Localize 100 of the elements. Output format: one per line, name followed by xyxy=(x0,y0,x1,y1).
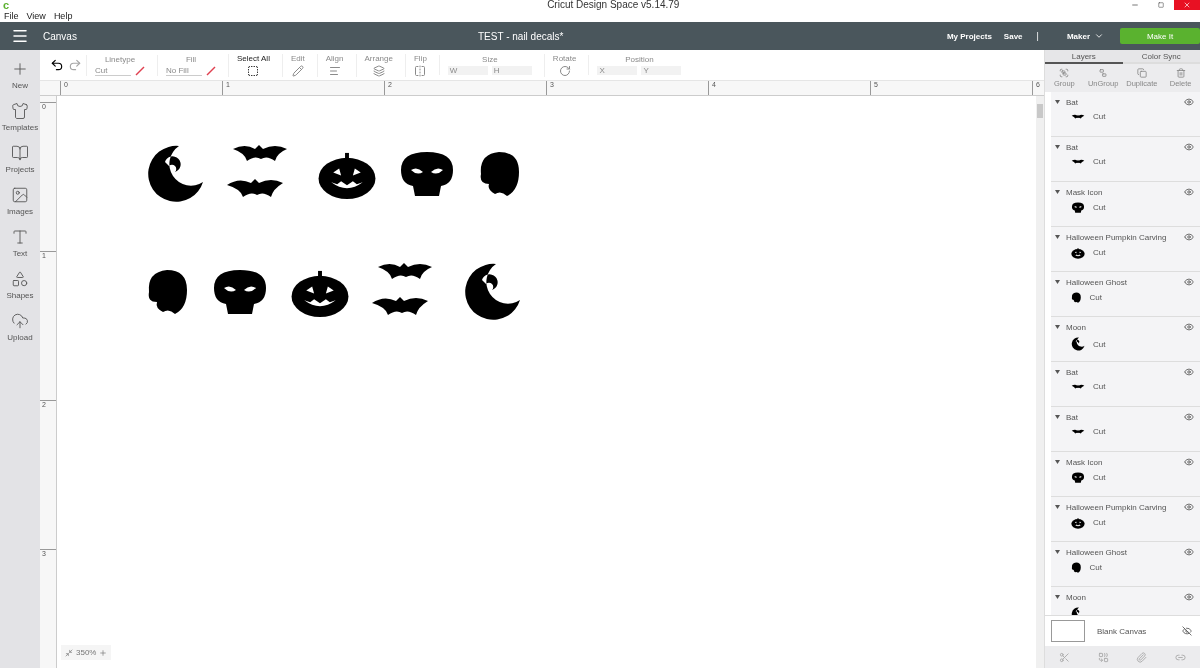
layer-row[interactable]: Mask Icon Cut xyxy=(1051,452,1200,497)
zoom-level: 350% xyxy=(76,648,97,657)
undo-icon[interactable] xyxy=(50,58,64,72)
menu-item[interactable]: View xyxy=(26,11,46,21)
operation-label: Cut xyxy=(1089,293,1102,303)
delete-icon xyxy=(1175,68,1186,78)
skull-drawing xyxy=(1071,472,1085,484)
sidebar-item[interactable]: Projects xyxy=(0,144,40,174)
caret-icon[interactable] xyxy=(1055,460,1060,464)
sidebar-item[interactable]: Shapes xyxy=(0,270,40,300)
duplicate-icon xyxy=(1136,68,1147,78)
restore-icon xyxy=(1158,2,1164,8)
eye-icon[interactable] xyxy=(1184,412,1194,422)
shapes-icon xyxy=(11,270,29,288)
layer-row[interactable]: Bat Cut xyxy=(1051,137,1200,182)
layer-row[interactable]: Mask Icon Cut xyxy=(1051,182,1200,227)
layer-name: Bat xyxy=(1066,97,1079,107)
operation-label: Cut xyxy=(1093,203,1106,213)
eye-icon[interactable] xyxy=(1184,367,1194,377)
eye-icon[interactable] xyxy=(1184,97,1194,107)
sidebar-item[interactable]: Templates xyxy=(0,102,40,132)
caret-icon[interactable] xyxy=(1055,280,1060,284)
tool-label: Position xyxy=(625,55,654,64)
panel-tab[interactable]: Layers xyxy=(1045,50,1123,64)
caret-icon[interactable] xyxy=(1055,505,1060,509)
eye-icon[interactable] xyxy=(1184,142,1194,152)
operation-label: Cut xyxy=(1093,518,1106,528)
caret-icon[interactable] xyxy=(1055,100,1060,104)
caret-icon[interactable] xyxy=(1055,325,1060,329)
layer-row[interactable]: Moon Cut xyxy=(1051,317,1200,362)
layer-name: Halloween Ghost xyxy=(1066,277,1128,287)
layer-name: Halloween Pumpkin Carving xyxy=(1066,232,1168,242)
bat-icon xyxy=(1071,113,1085,120)
eye-icon[interactable] xyxy=(1184,232,1194,242)
sidebar-item[interactable]: Text xyxy=(0,228,40,258)
layer-row[interactable]: Bat Cut xyxy=(1051,407,1200,452)
header-link[interactable]: My Projects xyxy=(946,31,992,41)
operation-label: Cut xyxy=(1089,563,1102,573)
caret-icon[interactable] xyxy=(1055,550,1060,554)
eye-icon[interactable] xyxy=(1184,277,1194,287)
color-swatch-icon xyxy=(135,65,145,76)
close-button[interactable] xyxy=(1174,0,1200,10)
templates-icon xyxy=(11,102,29,120)
panel-tab[interactable]: Color Sync xyxy=(1122,50,1200,64)
layer-name: Bat xyxy=(1066,142,1079,152)
eye-icon[interactable] xyxy=(1184,187,1194,197)
sidebar-item[interactable]: Images xyxy=(0,186,40,216)
tool-label: Fill xyxy=(185,54,197,64)
moon-drawing xyxy=(1071,337,1085,351)
caret-icon[interactable] xyxy=(1055,370,1060,374)
eye-icon[interactable] xyxy=(1184,592,1194,602)
eye-icon[interactable] xyxy=(1184,322,1194,332)
layer-name: Bat xyxy=(1066,367,1079,377)
caret-icon[interactable] xyxy=(1055,415,1060,419)
layer-row[interactable]: Bat Cut xyxy=(1051,362,1200,407)
menu-item[interactable]: File xyxy=(4,11,19,21)
upload-icon xyxy=(11,312,29,330)
zoom-out-icon[interactable] xyxy=(65,648,73,657)
operation-label: Cut xyxy=(1093,382,1106,391)
layer-name: Moon xyxy=(1066,322,1087,332)
images-icon xyxy=(11,186,29,204)
eye-icon[interactable] xyxy=(1184,547,1194,557)
caret-icon[interactable] xyxy=(1055,595,1060,599)
eye-icon[interactable] xyxy=(1184,502,1194,512)
layer-row[interactable]: Halloween Ghost Cut xyxy=(1051,542,1200,587)
minimize-icon xyxy=(1131,1,1139,9)
hidden-eye-icon[interactable] xyxy=(1182,626,1192,636)
caret-icon[interactable] xyxy=(1055,235,1060,239)
scrollbar-thumb[interactable] xyxy=(1037,104,1043,118)
select-all-icon[interactable] xyxy=(247,64,260,77)
menu-item[interactable]: Help xyxy=(53,11,73,21)
blank-canvas-swatch[interactable] xyxy=(1051,620,1085,642)
new-icon xyxy=(11,60,29,78)
pumpkin-drawing xyxy=(1071,517,1085,529)
bat-icon xyxy=(1071,158,1085,165)
section-title: Canvas xyxy=(43,30,77,42)
moon-drawing xyxy=(145,144,205,204)
layer-row[interactable]: Moon xyxy=(1051,587,1200,615)
operation-label: Cut xyxy=(1093,157,1106,166)
operation-label: Cut xyxy=(1093,427,1106,436)
blank-canvas-label: Blank Canvas xyxy=(1097,626,1148,636)
layer-row[interactable]: Halloween Pumpkin Carving Cut xyxy=(1051,497,1200,542)
caret-icon[interactable] xyxy=(1055,190,1060,194)
tool-label: Arrange xyxy=(364,53,393,63)
layer-row[interactable]: Halloween Pumpkin Carving Cut xyxy=(1051,227,1200,272)
tool-label: Edit xyxy=(290,53,305,63)
eye-icon[interactable] xyxy=(1184,457,1194,467)
text-icon xyxy=(11,228,29,246)
moon-drawing xyxy=(462,262,522,322)
layer-row[interactable]: Bat Cut xyxy=(1051,92,1200,137)
header-link[interactable]: Save xyxy=(1003,31,1023,41)
machine-dropdown[interactable]: Maker xyxy=(1060,30,1110,42)
sidebar-item[interactable]: Upload xyxy=(0,312,40,342)
project-title: TEST - nail decals* xyxy=(478,30,564,42)
bat-icon xyxy=(1071,428,1085,435)
sidebar-item[interactable]: New xyxy=(0,60,40,90)
window-title: Cricut Design Space v5.14.79 xyxy=(547,0,680,10)
color-swatch-icon xyxy=(206,65,216,76)
caret-icon[interactable] xyxy=(1055,145,1060,149)
layer-row[interactable]: Halloween Ghost Cut xyxy=(1051,272,1200,317)
